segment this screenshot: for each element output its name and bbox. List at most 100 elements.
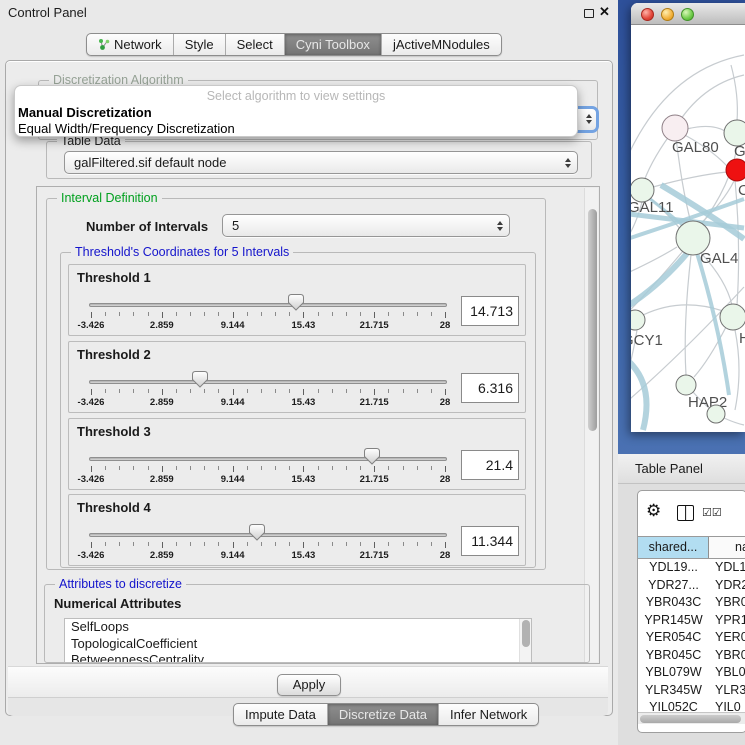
float-window-icon[interactable] [584,9,594,18]
gear-icon[interactable]: ⚙ [646,501,661,521]
threshold-panel-2: Threshold 2-3.4262.8599.14415.4321.71528… [68,341,526,413]
attribute-item[interactable]: BetweennessCentrality [65,652,531,663]
network-node-H[interactable] [720,304,745,330]
slider-tick [360,542,361,546]
slider-tick-label: 21.715 [360,397,389,408]
tab-impute-data[interactable]: Impute Data [234,704,327,725]
horizontal-scrollbar[interactable] [638,712,745,724]
threshold-value-field[interactable]: 14.713 [461,296,519,326]
cell-name[interactable]: YPR1 [709,612,745,630]
threshold-value-field[interactable]: 11.344 [461,526,519,556]
select-columns-icon[interactable]: ☑☑ [702,506,722,519]
cell-shared-name[interactable]: YDL19... [638,559,709,577]
tab-infer-network[interactable]: Infer Network [438,704,538,725]
slider-tick [445,389,446,395]
tab-discretize-data[interactable]: Discretize Data [327,704,438,725]
network-node-node[interactable] [707,405,725,423]
cell-shared-name[interactable]: YBL079W [638,664,709,682]
slider-tick [91,312,92,318]
cell-name[interactable]: YDL1 [709,559,745,577]
table-data-combobox[interactable]: galFiltered.sif default node [64,151,578,174]
zoom-traffic-light-icon[interactable] [681,8,694,21]
slider-tick-label: 28 [440,550,451,561]
slider-tick [162,466,163,472]
threshold-panel-1: Threshold 1-3.4262.8599.14415.4321.71528… [68,264,526,336]
cell-name[interactable]: YBL0 [709,664,745,682]
scrollbar-thumb[interactable] [522,620,530,647]
table-row[interactable]: YBR045CYBR0 [638,647,745,665]
attribute-item[interactable]: SelfLoops [65,619,531,636]
table-row[interactable]: YBR043CYBR0 [638,594,745,612]
network-node-HAP2[interactable] [676,375,696,395]
cell-shared-name[interactable]: YBR045C [638,647,709,665]
slider-tick [374,389,375,395]
list-vertical-scrollbar[interactable] [519,619,531,662]
slider-handle[interactable] [249,524,265,541]
cell-name[interactable]: YBR0 [709,647,745,665]
slider-track[interactable] [89,457,447,461]
slider-track[interactable] [89,303,447,307]
tab-jactivemnodules[interactable]: jActiveMNodules [381,34,501,55]
tab-select[interactable]: Select [225,34,284,55]
tab-cyni-toolbox[interactable]: Cyni Toolbox [284,34,381,55]
cell-name[interactable]: YER0 [709,629,745,647]
window-titlebar[interactable] [631,3,745,25]
node-label-GA: GA [734,143,745,160]
slider-handle[interactable] [364,448,380,465]
threshold-value-field[interactable]: 6.316 [461,373,519,403]
slider-track[interactable] [89,380,447,384]
network-node-C[interactable] [726,159,745,181]
cell-shared-name[interactable]: YBR043C [638,594,709,612]
group-title: Interval Definition [57,191,162,205]
slider-tick [332,389,333,393]
slider-tick-label: 28 [440,397,451,408]
column-header-shared-name[interactable]: shared... [638,537,709,558]
scrollbar-thumb[interactable] [640,715,741,723]
slider-tick [119,312,120,316]
network-node-GAL80[interactable] [662,115,688,141]
network-desktop: GAL80GACGAL11GAL4GCY1HHAP2 [618,0,745,454]
table-row[interactable]: YER054CYER0 [638,629,745,647]
edge [687,126,725,131]
cell-shared-name[interactable]: YLR345W [638,682,709,700]
slider-tick [162,542,163,548]
close-icon[interactable]: ✕ [599,4,610,20]
scrollbar-thumb[interactable] [588,209,597,431]
tab-style[interactable]: Style [173,34,225,55]
node-table: shared... na YDL19...YDL1YDR27...YDR2YBR… [638,536,745,717]
table-row[interactable]: YLR345WYLR3 [638,682,745,700]
slider-tick-label: 9.144 [221,320,245,331]
cell-name[interactable]: YDR2 [709,577,745,595]
slider-handle[interactable] [192,371,208,388]
table-row[interactable]: YBL079WYBL0 [638,664,745,682]
table-row[interactable]: YDR27...YDR2 [638,577,745,595]
network-node-GCY1[interactable] [631,310,645,330]
slider-track[interactable] [89,533,447,537]
minimize-traffic-light-icon[interactable] [661,8,674,21]
apply-button[interactable]: Apply [277,674,341,696]
cell-shared-name[interactable]: YPR145W [638,612,709,630]
tab-network[interactable]: Network [87,34,173,55]
network-canvas[interactable]: GAL80GACGAL11GAL4GCY1HHAP2 [631,25,745,431]
tab-label: jActiveMNodules [393,37,490,52]
dropdown-option-manual[interactable]: Manual Discretization [18,105,152,120]
table-row[interactable]: YDL19...YDL1 [638,559,745,577]
slider-tick-label: -3.426 [78,320,105,331]
threshold-value-field[interactable]: 21.4 [461,450,519,480]
slider-handle[interactable] [288,294,304,311]
group-title: Attributes to discretize [55,577,186,591]
close-traffic-light-icon[interactable] [641,8,654,21]
dropdown-option-equal-width[interactable]: Equal Width/Frequency Discretization [18,121,235,136]
cell-shared-name[interactable]: YDR27... [638,577,709,595]
slider-tick [388,466,389,470]
cell-shared-name[interactable]: YER054C [638,629,709,647]
attribute-item[interactable]: TopologicalCoefficient [65,636,531,653]
node-label-C: C [738,182,745,199]
column-header-name[interactable]: na [709,537,745,558]
number-of-intervals-combobox[interactable]: 5 [222,214,510,237]
numerical-attributes-list[interactable]: SelfLoopsTopologicalCoefficientBetweenne… [64,618,532,663]
table-row[interactable]: YPR145WYPR1 [638,612,745,630]
split-columns-icon[interactable] [677,505,694,521]
cell-name[interactable]: YLR3 [709,682,745,700]
cell-name[interactable]: YBR0 [709,594,745,612]
